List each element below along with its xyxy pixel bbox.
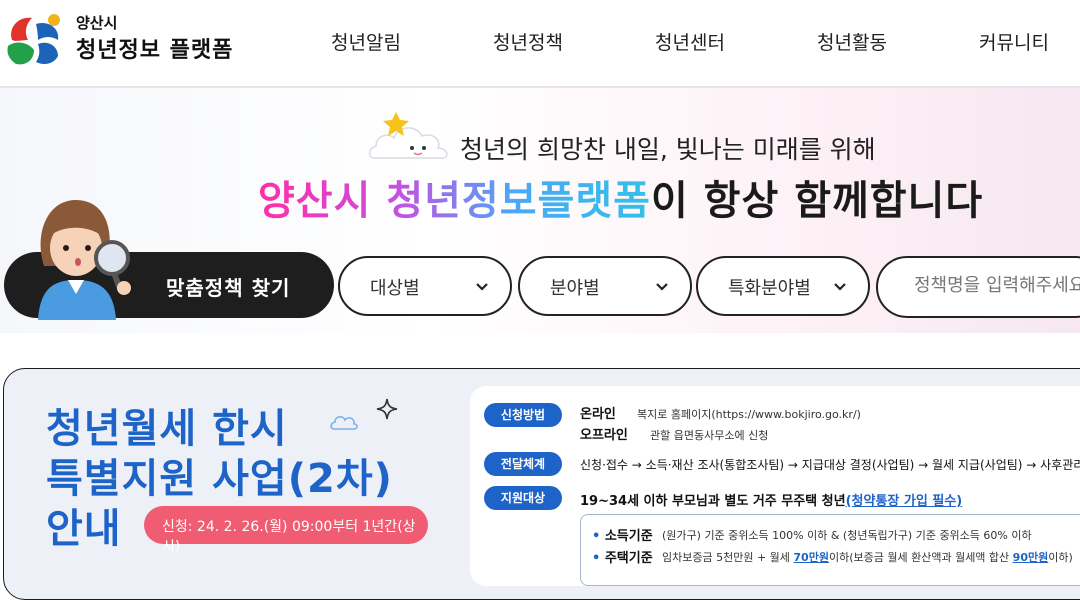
delivery-flow-text: 신청·접수 → 소득·재산 조사(통합조사팀) → 지급대상 결정(사업팀) →… [580,458,1080,472]
house-amount-1: 70만원 [793,551,829,564]
eligibility-tag: 지원대상 [484,486,562,510]
filter-field-label: 분야별 [550,278,600,299]
nav-youth-center[interactable]: 청년센터 [655,28,725,55]
delivery-system-tag: 전달체계 [484,452,562,476]
chevron-down-icon [656,283,668,291]
banner-title-line-3: 안내 [46,506,122,552]
filter-target-label: 대상별 [370,278,420,299]
house-text-2: 이하(보증금 월세 환산액과 월세액 합산 [828,551,1010,564]
house-text-3: 이하) [1048,551,1073,564]
apply-date-text: 신청: 24. 2. 26.(월) 09:00부터 1년간(상시) [162,519,416,555]
hero-headline-rest: 이 항상 함께합니다 [650,178,984,224]
house-criteria-text: 임차보증금 5천만원 + 월세 70만원이하(보증금 월세 환산액과 월세액 합… [662,549,1073,565]
eligibility-text: 19~34세 이하 부모님과 별도 거주 무주택 청년(청약통장 가입 필수) [580,490,962,509]
logo-platform-name: 청년정보 플랫폼 [76,38,234,63]
hero-headline: 양산시 청년정보플랫폼이 항상 함께합니다 [258,168,983,226]
eligibility-note: (청약통장 가입 필수) [845,494,963,509]
house-criteria-row: • 주택기준 [592,551,653,566]
offline-label: 오프라인 [580,428,628,443]
nav-youth-alerts[interactable]: 청년알림 [331,28,401,55]
site-logo[interactable]: 양산시 청년정보 플랫폼 [4,8,254,68]
nav-youth-policy[interactable]: 청년정책 [493,28,563,55]
house-criteria-label: 주택기준 [604,551,653,566]
nav-youth-activity[interactable]: 청년활동 [817,28,887,55]
income-criteria-label: 소득기준 [604,529,653,544]
online-label: 온라인 [580,407,616,422]
girl-magnifier-character-icon [38,200,131,320]
policy-search-box[interactable] [876,256,1080,318]
filter-special-field-select[interactable]: 특화분야별 [696,256,870,316]
logo-city-name: 양산시 [76,14,118,32]
eligibility-main: 19~34세 이하 부모님과 별도 거주 무주택 청년 [580,494,846,509]
filter-special-field-label: 특화분야별 [728,278,811,299]
hero-tagline: 청년의 희망찬 내일, 빛나는 미래를 위해 [460,135,876,164]
site-header: 양산시 청년정보 플랫폼 청년알림 청년정책 청년센터 청년활동 커뮤니티 [0,0,1080,88]
chevron-down-icon [834,283,846,291]
cloud-star-mascot-icon [369,112,448,159]
chevron-down-icon [476,283,488,291]
hero-headline-highlight: 양산시 청년정보플랫폼 [258,178,651,224]
offline-description: 관할 읍면동사무소에 신청 [650,429,769,442]
nav-community[interactable]: 커뮤니티 [979,28,1049,55]
online-description: 복지로 홈페이지(https://www.bokjiro.go.kr/) [637,408,861,421]
filter-target-select[interactable]: 대상별 [338,256,512,316]
apply-method-tag: 신청방법 [484,403,562,427]
apply-date-pill: 신청: 24. 2. 26.(월) 09:00부터 1년간(상시) [144,506,428,555]
custom-policy-search-label: 맞춤정책 찾기 [166,276,291,300]
yangsan-logo-icon [7,14,60,65]
policy-search-input[interactable] [912,274,1080,297]
small-cloud-icon [330,416,358,430]
income-criteria-text: (원가구) 기준 중위소득 100% 이하 & (청년독립가구) 기준 중위소득… [662,529,1032,542]
house-amount-2: 90만원 [1012,551,1049,564]
income-criteria-row: • 소득기준 [592,529,653,544]
sparkle-icon [376,398,398,420]
house-text-1: 임차보증금 5천만원 + 월세 [662,551,790,564]
filter-field-select[interactable]: 분야별 [518,256,692,316]
